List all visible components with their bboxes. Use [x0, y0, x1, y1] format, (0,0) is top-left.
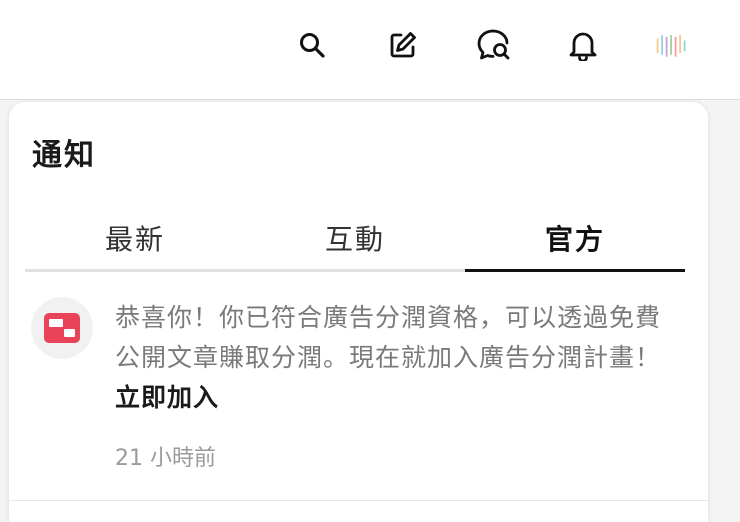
- notification-message: 恭喜你！你已符合廣告分潤資格，可以透過免費公開文章賺取分潤。現在就加入廣告分潤計…: [115, 298, 675, 418]
- tab-official[interactable]: 官方: [465, 212, 685, 272]
- avatar[interactable]: [654, 27, 690, 63]
- notification-panel: 通知 最新 互動 官方 恭喜你！你已符合廣告分潤資格，可以透過免費公開文章賺取分…: [9, 102, 708, 522]
- bell-icon[interactable]: [565, 27, 601, 63]
- notification-item[interactable]: 恭喜你！你已符合廣告分潤資格，可以透過免費公開文章賺取分潤。現在就加入廣告分潤計…: [9, 280, 708, 501]
- page-title: 通知: [32, 138, 96, 173]
- chat-search-icon[interactable]: [476, 27, 512, 63]
- notification-message-text: 恭喜你！你已符合廣告分潤資格，可以透過免費公開文章賺取分潤。現在就加入廣告分潤計…: [115, 303, 662, 372]
- tab-interactions[interactable]: 互動: [245, 212, 465, 272]
- top-bar: [0, 0, 740, 100]
- search-icon[interactable]: [294, 27, 330, 63]
- join-now-link[interactable]: 立即加入: [115, 383, 219, 412]
- notification-timestamp: 21 小時前: [115, 446, 216, 471]
- ad-revenue-icon: [31, 297, 93, 359]
- edit-icon[interactable]: [385, 27, 421, 63]
- tab-latest[interactable]: 最新: [25, 212, 245, 272]
- notification-tabs: 最新 互動 官方: [25, 212, 685, 272]
